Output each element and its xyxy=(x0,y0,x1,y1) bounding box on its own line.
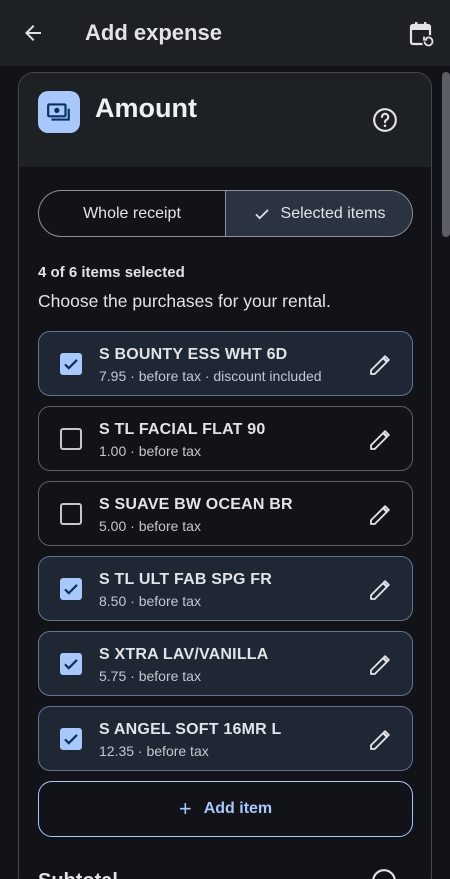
arrow-left-icon xyxy=(25,25,41,41)
item-name: S ANGEL SOFT 16MR L xyxy=(99,721,282,738)
selection-prompt: Choose the purchases for your rental. xyxy=(38,291,331,311)
check-icon xyxy=(64,359,78,370)
edit-item-button[interactable] xyxy=(367,502,393,528)
money-icon xyxy=(47,103,70,121)
amount-card: Amount Whole receipt Selected items 4 of… xyxy=(18,72,432,879)
pencil-icon xyxy=(370,580,390,600)
segment-selected-items-label: Selected items xyxy=(280,204,386,222)
list-item[interactable]: S TL FACIAL FLAT 90 1.00 · before tax xyxy=(38,406,413,471)
segment-whole-receipt[interactable]: Whole receipt xyxy=(39,191,225,236)
amount-heading: Amount xyxy=(95,93,197,123)
segment-selected-items[interactable]: Selected items xyxy=(225,191,412,236)
calendar-sync-icon xyxy=(409,22,435,48)
amount-icon-box xyxy=(38,91,80,133)
item-name: S BOUNTY ESS WHT 6D xyxy=(99,346,288,363)
list-item[interactable]: S XTRA LAV/VANILLA 5.75 · before tax xyxy=(38,631,413,696)
subtotal-help-button[interactable] xyxy=(371,868,399,879)
top-app-bar: Add expense xyxy=(0,0,450,66)
item-meta: 5.00 · before tax xyxy=(99,518,201,534)
add-item-button[interactable]: + Add item xyxy=(38,781,413,837)
list-item[interactable]: S TL ULT FAB SPG FR 8.50 · before tax xyxy=(38,556,413,621)
edit-item-button[interactable] xyxy=(367,652,393,678)
edit-item-button[interactable] xyxy=(367,427,393,453)
checkbox-unchecked[interactable] xyxy=(60,428,82,450)
back-button[interactable] xyxy=(18,18,48,48)
pencil-icon xyxy=(370,355,390,375)
page-title: Add expense xyxy=(85,20,222,45)
help-circle-icon xyxy=(372,869,396,879)
edit-item-button[interactable] xyxy=(367,352,393,378)
list-item[interactable]: S BOUNTY ESS WHT 6D 7.95 · before tax · d… xyxy=(38,331,413,396)
amount-help-button[interactable] xyxy=(371,106,399,134)
plus-icon: + xyxy=(178,796,192,821)
scrollbar-thumb[interactable] xyxy=(442,72,450,237)
edit-item-button[interactable] xyxy=(367,727,393,753)
list-item[interactable]: S SUAVE BW OCEAN BR 5.00 · before tax xyxy=(38,481,413,546)
check-icon xyxy=(253,205,271,223)
item-meta: 5.75 · before tax xyxy=(99,668,201,684)
selection-count: 4 of 6 items selected xyxy=(38,264,185,281)
help-circle-icon xyxy=(373,108,397,132)
subtotal-heading: Subtotal xyxy=(38,870,118,879)
pencil-icon xyxy=(370,505,390,525)
calendar-sync-button[interactable] xyxy=(406,18,438,50)
item-meta: 1.00 · before tax xyxy=(99,443,201,459)
check-icon xyxy=(64,584,78,595)
amount-card-header: Amount xyxy=(19,73,431,167)
checkbox-unchecked[interactable] xyxy=(60,503,82,525)
add-item-label: Add item xyxy=(203,800,273,817)
pencil-icon xyxy=(370,730,390,750)
check-icon xyxy=(64,659,78,670)
item-name: S TL ULT FAB SPG FR xyxy=(99,571,272,588)
pencil-icon xyxy=(370,430,390,450)
amount-mode-segmented-control: Whole receipt Selected items xyxy=(38,190,413,237)
edit-item-button[interactable] xyxy=(367,577,393,603)
checkbox-checked[interactable] xyxy=(60,353,82,375)
list-item[interactable]: S ANGEL SOFT 16MR L 12.35 · before tax xyxy=(38,706,413,771)
checkbox-checked[interactable] xyxy=(60,578,82,600)
checkbox-checked[interactable] xyxy=(60,653,82,675)
item-name: S SUAVE BW OCEAN BR xyxy=(99,496,293,513)
segment-whole-receipt-label: Whole receipt xyxy=(83,204,181,222)
item-name: S TL FACIAL FLAT 90 xyxy=(99,421,266,438)
item-meta: 7.95 · before tax · discount included xyxy=(99,368,322,384)
pencil-icon xyxy=(370,655,390,675)
item-meta: 8.50 · before tax xyxy=(99,593,201,609)
check-icon xyxy=(64,734,78,745)
checkbox-checked[interactable] xyxy=(60,728,82,750)
item-name: S XTRA LAV/VANILLA xyxy=(99,646,269,663)
item-meta: 12.35 · before tax xyxy=(99,743,209,759)
